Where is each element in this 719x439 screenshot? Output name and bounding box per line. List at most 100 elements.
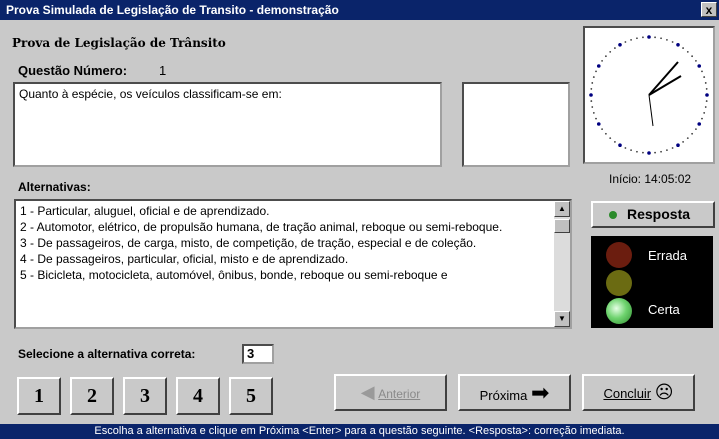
alternatives-list[interactable]: 1 - Particular, aluguel, oficial e de ap…	[14, 199, 572, 329]
alternative-1[interactable]: 1 - Particular, aluguel, oficial e de ap…	[20, 203, 550, 219]
number-button-4[interactable]: 4	[176, 377, 220, 415]
clock-tick	[660, 150, 662, 153]
clock-tick	[614, 47, 616, 49]
question-image	[462, 82, 570, 167]
start-time: Início: 14:05:02	[609, 172, 692, 186]
green-light-icon	[606, 298, 632, 324]
question-number-label: Questão Número:	[18, 63, 128, 78]
clock-tick	[686, 50, 689, 53]
number-button-2[interactable]: 2	[70, 377, 114, 415]
clock-tick	[695, 60, 697, 62]
alternatives-label: Alternativas:	[18, 180, 91, 194]
clock-tick	[609, 137, 612, 140]
clock-tick	[704, 82, 707, 84]
clock-tick	[604, 55, 607, 58]
clock-tick	[676, 42, 680, 47]
clock-tick	[704, 106, 707, 108]
yellow-light-icon	[606, 270, 632, 296]
clock-tick	[647, 151, 651, 155]
number-button-3[interactable]: 3	[123, 377, 167, 415]
status-bar: Escolha a alternativa e clique em Próxim…	[0, 424, 719, 439]
indicator-icon	[609, 211, 617, 219]
clock-tick	[705, 93, 709, 97]
scroll-up-icon[interactable]: ▲	[554, 201, 570, 217]
alternative-2[interactable]: 2 - Automotor, elétrico, de propulsão hu…	[20, 219, 550, 235]
clock-tick	[671, 41, 674, 43]
next-button[interactable]: Próxima ➡	[458, 374, 571, 411]
scroll-down-icon[interactable]: ▼	[554, 311, 570, 327]
app-window: Prova Simulada de Legislação de Transito…	[0, 0, 719, 439]
clock-tick	[624, 147, 627, 149]
clock-tick	[636, 150, 638, 153]
clock-tick	[654, 36, 656, 39]
clock-tick	[596, 122, 601, 126]
clock-tick	[609, 50, 612, 53]
clock-tick	[666, 149, 668, 152]
right-label: Certa	[648, 302, 680, 317]
clock-tick	[601, 60, 603, 62]
clock-tick	[703, 112, 706, 114]
arrow-left-icon: ◀	[360, 382, 375, 402]
clock-tick	[604, 132, 607, 135]
clock-tick	[701, 70, 703, 73]
clock-tick	[682, 141, 684, 143]
clock-tick	[592, 76, 595, 78]
clock-face-icon	[589, 35, 709, 155]
resposta-button[interactable]: Resposta	[591, 201, 715, 228]
clock-tick	[660, 37, 662, 40]
close-button[interactable]: x	[701, 2, 717, 17]
alternative-4[interactable]: 4 - De passageiros, particular, oficial,…	[20, 251, 550, 267]
clock-tick	[697, 64, 702, 68]
clock-tick	[624, 41, 627, 43]
clock-tick	[591, 106, 594, 108]
number-button-5[interactable]: 5	[229, 377, 273, 415]
clock-tick	[595, 70, 597, 73]
title-bar: Prova Simulada de Legislação de Transito…	[0, 0, 719, 20]
traffic-light: Errada Certa	[591, 236, 713, 328]
clock-tick	[697, 122, 702, 126]
clock-tick	[705, 100, 708, 102]
wrong-label: Errada	[648, 248, 688, 263]
finish-button[interactable]: Concluir ☹	[582, 374, 695, 411]
clock-tick	[705, 88, 708, 90]
clock-tick	[676, 143, 680, 148]
scroll-thumb[interactable]	[554, 219, 570, 233]
clock-tick	[647, 35, 651, 39]
number-button-1[interactable]: 1	[17, 377, 61, 415]
answer-input[interactable]: 3	[242, 344, 274, 364]
clock-tick	[703, 76, 706, 78]
alternative-5[interactable]: 5 - Bicicleta, motocicleta, automóvel, ô…	[20, 267, 550, 283]
clock-tick	[630, 149, 632, 152]
clock-tick	[618, 143, 622, 148]
clock-tick	[630, 38, 632, 41]
clock-tick	[671, 147, 674, 149]
scrollbar[interactable]: ▲ ▼	[554, 201, 570, 327]
clock-tick	[666, 38, 668, 41]
clock-tick	[642, 36, 644, 39]
alternative-3[interactable]: 3 - De passageiros, de carga, misto, de …	[20, 235, 550, 251]
clock-tick	[642, 151, 644, 154]
clock-tick	[618, 42, 622, 47]
arrow-right-icon: ➡	[530, 380, 550, 405]
clock-tick	[654, 151, 656, 154]
clock-tick	[701, 117, 703, 120]
question-number: 1	[159, 63, 167, 78]
clock-tick	[595, 117, 597, 120]
face-icon: ☹	[654, 382, 674, 402]
red-light-icon	[606, 242, 632, 268]
window-title: Prova Simulada de Legislação de Transito…	[6, 3, 339, 17]
clock-tick	[589, 93, 593, 97]
clock-tick	[636, 37, 638, 40]
clock-tick	[691, 55, 694, 58]
clock-tick	[591, 82, 594, 84]
answer-label: Selecione a alternativa correta:	[18, 347, 196, 361]
clock-tick	[695, 128, 697, 130]
clock-tick	[590, 88, 593, 90]
previous-button[interactable]: ◀ Anterior	[334, 374, 447, 411]
clock-tick	[590, 100, 593, 102]
question-text: Quanto à espécie, os veículos classifica…	[13, 82, 442, 167]
clock-tick	[691, 132, 694, 135]
clock-tick	[596, 64, 601, 68]
subtitle: Prova de Legislação de Trânsito	[12, 36, 226, 50]
clock-tick	[592, 112, 595, 114]
